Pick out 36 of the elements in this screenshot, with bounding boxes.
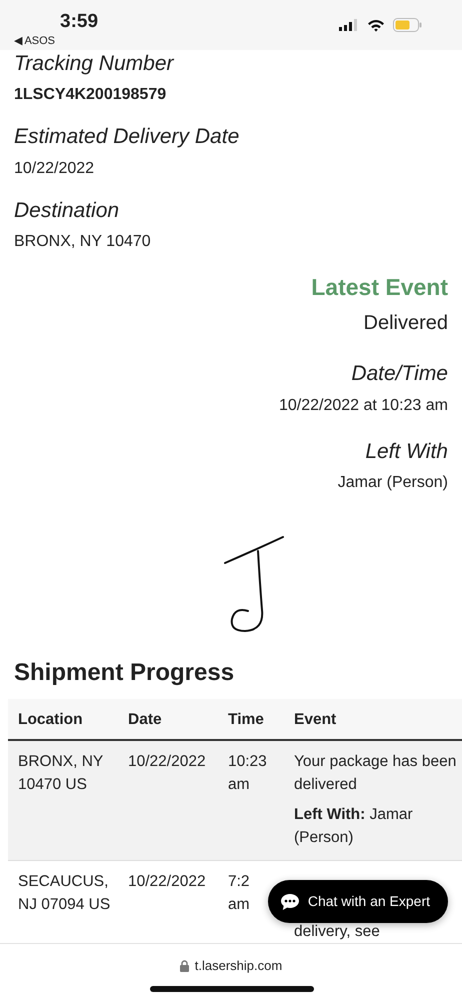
status-text: Delivered [362,311,448,336]
battery-icon [393,18,422,32]
table-cell-text: SECAUCUS, NJ 07094 US [17,872,112,915]
column-header: Time [227,710,265,730]
table-cell-text: 10:23 am [228,752,267,795]
signal-icon [339,19,359,31]
table-cell-text: Your package has been delivered [294,752,458,795]
field-label: Destination [14,198,120,224]
field-label: Date/Time [350,361,448,388]
field-value: 10/22/2022 [14,158,96,179]
field-value: BRONX, NY 10470 [14,232,152,252]
table-cell-text: BRONX, NY 10470 US [17,752,104,795]
column-header: Event [293,710,338,730]
field-value: 1LSCY4K200198579 [14,85,168,106]
section-heading: Latest Event [310,272,448,302]
home-indicator[interactable] [150,986,314,992]
clock-time: 3:59 [60,10,98,34]
field-value: 10/22/2022 at 10:23 am [278,396,448,416]
field-label: Tracking Number [14,51,176,77]
table-cell-text: 10/22/2022 [127,752,207,772]
back-link[interactable]: ◀ ASOS [14,33,56,50]
table-cell-text: Left With: Jamar (Person) [294,805,414,848]
chat-bubble-icon [280,892,300,910]
field-label: Estimated Delivery Date [14,124,240,150]
section-heading: Shipment Progress [14,658,236,688]
lock-icon [180,960,189,972]
field-label: Left With [364,438,448,465]
url-text[interactable]: t.lasership.com [194,956,282,976]
chat-button[interactable]: Chat with an Expert [268,880,448,923]
table-cell-text: 10/22/2022 [127,872,207,892]
field-value: Jamar (Person) [336,473,448,494]
column-header: Location [17,710,84,730]
wifi-icon [367,18,385,32]
table-cell-text: delivery, see [294,923,381,942]
column-header: Date [127,710,163,730]
table-cell-text: 7:2 am [228,872,250,915]
